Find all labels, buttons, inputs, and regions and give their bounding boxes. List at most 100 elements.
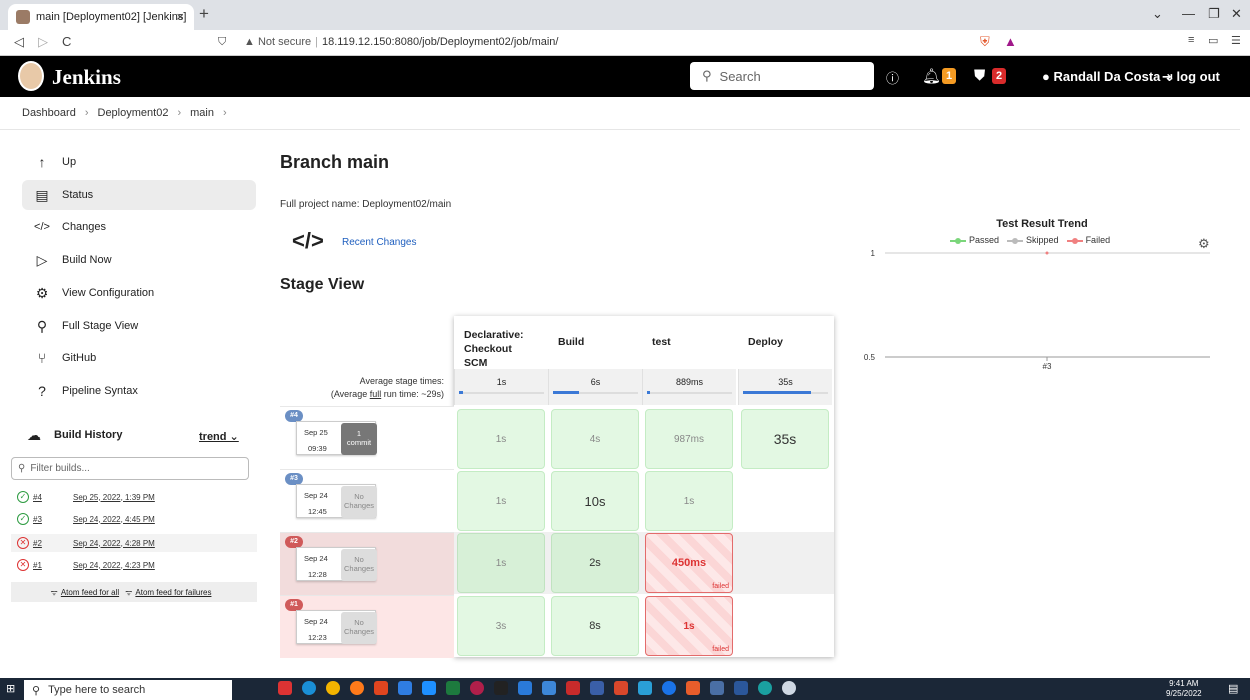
- taskbar-search-input[interactable]: ⚲ Type here to search: [24, 680, 232, 700]
- app-icon[interactable]: [542, 681, 556, 695]
- brave-shield-icon[interactable]: ⛨: [980, 34, 990, 50]
- legend-skipped[interactable]: Skipped: [1007, 235, 1059, 245]
- sidebar-item-build-now[interactable]: ▷ Build Now: [22, 245, 256, 275]
- word-icon[interactable]: [734, 681, 748, 695]
- close-tab-icon[interactable]: ×: [176, 9, 184, 24]
- app-icon[interactable]: [590, 681, 604, 695]
- build-date[interactable]: Sep 24, 2022, 4:45 PM: [73, 515, 155, 524]
- menu-icon[interactable]: ☰: [1231, 34, 1241, 47]
- chevron-right-icon[interactable]: ›: [223, 107, 227, 119]
- opera-icon[interactable]: [278, 681, 292, 695]
- edge-icon[interactable]: [302, 681, 316, 695]
- sidebar-item-status[interactable]: ▤ Status: [22, 180, 256, 210]
- back-icon[interactable]: ◁: [14, 34, 24, 50]
- legend-passed[interactable]: Passed: [950, 235, 999, 245]
- vscode-icon[interactable]: [518, 681, 532, 695]
- build-row[interactable]: ✕ #1 Sep 24, 2022, 4:23 PM: [11, 556, 257, 574]
- trend-link[interactable]: trend ⌄: [199, 430, 239, 443]
- failed-data-point[interactable]: [1045, 251, 1049, 255]
- legend-failed[interactable]: Failed: [1066, 235, 1110, 245]
- atom-feed-all-link[interactable]: Atom feed for all: [61, 588, 119, 597]
- bookmark-icon[interactable]: ⛉: [218, 36, 226, 49]
- sidebar-item-changes[interactable]: </> Changes: [22, 212, 256, 242]
- full-run-link[interactable]: full: [370, 389, 382, 399]
- sidebar-item-view-configuration[interactable]: ⚙ View Configuration: [22, 278, 256, 308]
- build-number[interactable]: #2: [33, 539, 73, 548]
- build-row[interactable]: ✓ #3 Sep 24, 2022, 4:45 PM: [11, 510, 257, 528]
- wallet-icon[interactable]: ▭: [1208, 34, 1218, 47]
- stage-cell[interactable]: 1s: [645, 471, 733, 531]
- shield-icon[interactable]: ⛊: [974, 67, 985, 84]
- build-date[interactable]: Sep 25, 2022, 1:39 PM: [73, 493, 155, 502]
- brave-rewards-icon[interactable]: ▲: [1004, 34, 1017, 49]
- stage-cell-failed[interactable]: 1s failed: [645, 596, 733, 656]
- run-row-3[interactable]: #3 Sep 24 12:45 No Changes: [280, 469, 454, 532]
- bell-icon[interactable]: 🔔︎: [922, 67, 941, 85]
- onedrive-icon[interactable]: [782, 681, 796, 695]
- help-icon[interactable]: ⓘ: [886, 68, 899, 87]
- notifications-icon[interactable]: ▤: [1228, 682, 1238, 695]
- excel-icon[interactable]: [446, 681, 460, 695]
- build-row[interactable]: ✓ #4 Sep 25, 2022, 1:39 PM: [11, 488, 257, 506]
- build-date[interactable]: Sep 24, 2022, 4:23 PM: [73, 561, 155, 570]
- recent-changes-link[interactable]: Recent Changes: [342, 237, 417, 248]
- build-number[interactable]: #3: [33, 515, 73, 524]
- build-number[interactable]: #4: [33, 493, 73, 502]
- app-icon[interactable]: [470, 681, 484, 695]
- sidebar-item-full-stage-view[interactable]: ⚲ Full Stage View: [22, 311, 256, 341]
- reload-icon[interactable]: C: [62, 34, 71, 49]
- brave-icon[interactable]: [374, 681, 388, 695]
- browser-tab[interactable]: main [Deployment02] [Jenkins] ×: [8, 4, 194, 30]
- build-number[interactable]: #1: [33, 561, 73, 570]
- app-icon[interactable]: [758, 681, 772, 695]
- breadcrumb-dashboard[interactable]: Dashboard: [22, 107, 76, 119]
- stage-cell[interactable]: 2s: [551, 533, 639, 593]
- app-icon[interactable]: [662, 681, 676, 695]
- maximize-icon[interactable]: ❐: [1208, 6, 1220, 22]
- playlist-icon[interactable]: ≡: [1188, 34, 1194, 46]
- stage-cell[interactable]: 1s: [457, 409, 545, 469]
- run-row-4[interactable]: #4 Sep 25 09:39 1 commit: [280, 406, 454, 469]
- minimize-icon[interactable]: —: [1182, 6, 1195, 21]
- forward-icon[interactable]: ▷: [38, 34, 48, 50]
- atom-feed-failures-link[interactable]: Atom feed for failures: [135, 588, 211, 597]
- jenkins-logo-icon[interactable]: [18, 61, 44, 91]
- app-icon[interactable]: [494, 681, 508, 695]
- search-input[interactable]: ⚲ Search: [690, 62, 874, 90]
- stage-cell[interactable]: 10s: [551, 471, 639, 531]
- sidebar-item-pipeline-syntax[interactable]: ? Pipeline Syntax: [22, 376, 256, 406]
- notifications-badge[interactable]: 1: [942, 68, 956, 84]
- stage-cell[interactable]: 1s: [457, 533, 545, 593]
- windows-start-icon[interactable]: ⊞: [6, 682, 15, 695]
- sidebar-item-up[interactable]: ↑ Up: [22, 147, 256, 177]
- url-field[interactable]: ▲ Not secure | 18.119.12.150:8080/job/Depl…: [244, 36, 558, 48]
- chevron-down-icon[interactable]: ⌄: [1152, 6, 1163, 22]
- stage-cell[interactable]: 3s: [457, 596, 545, 656]
- sidebar-item-github[interactable]: ⑂ GitHub: [22, 343, 256, 373]
- user-menu[interactable]: ● Randall Da Costa ⌄: [1042, 69, 1175, 85]
- run-row-2[interactable]: #2 Sep 24 12:28 No Changes: [280, 532, 454, 595]
- app-icon[interactable]: [710, 681, 724, 695]
- stage-cell[interactable]: 35s: [741, 409, 829, 469]
- app-icon[interactable]: [638, 681, 652, 695]
- app-icon[interactable]: [614, 681, 628, 695]
- security-badge[interactable]: 2: [992, 68, 1006, 84]
- stage-cell[interactable]: 1s: [457, 471, 545, 531]
- firefox-icon[interactable]: [350, 681, 364, 695]
- stage-cell[interactable]: 4s: [551, 409, 639, 469]
- jenkins-logo[interactable]: Jenkins: [52, 65, 121, 90]
- breadcrumb-main[interactable]: main: [190, 107, 214, 119]
- app-icon[interactable]: [686, 681, 700, 695]
- close-window-icon[interactable]: ✕: [1231, 6, 1242, 22]
- chrome-icon[interactable]: [326, 681, 340, 695]
- build-row[interactable]: ✕ #2 Sep 24, 2022, 4:28 PM: [11, 534, 257, 552]
- filter-builds-input[interactable]: ⚲ Filter builds...: [11, 457, 249, 480]
- filezilla-icon[interactable]: [566, 681, 580, 695]
- file-explorer-icon[interactable]: [398, 681, 412, 695]
- vpn-icon[interactable]: [422, 681, 436, 695]
- stage-cell[interactable]: 8s: [551, 596, 639, 656]
- stage-cell[interactable]: 987ms: [645, 409, 733, 469]
- new-tab-button[interactable]: +: [199, 4, 209, 24]
- build-date[interactable]: Sep 24, 2022, 4:28 PM: [73, 539, 155, 548]
- stage-cell-failed[interactable]: 450ms failed: [645, 533, 733, 593]
